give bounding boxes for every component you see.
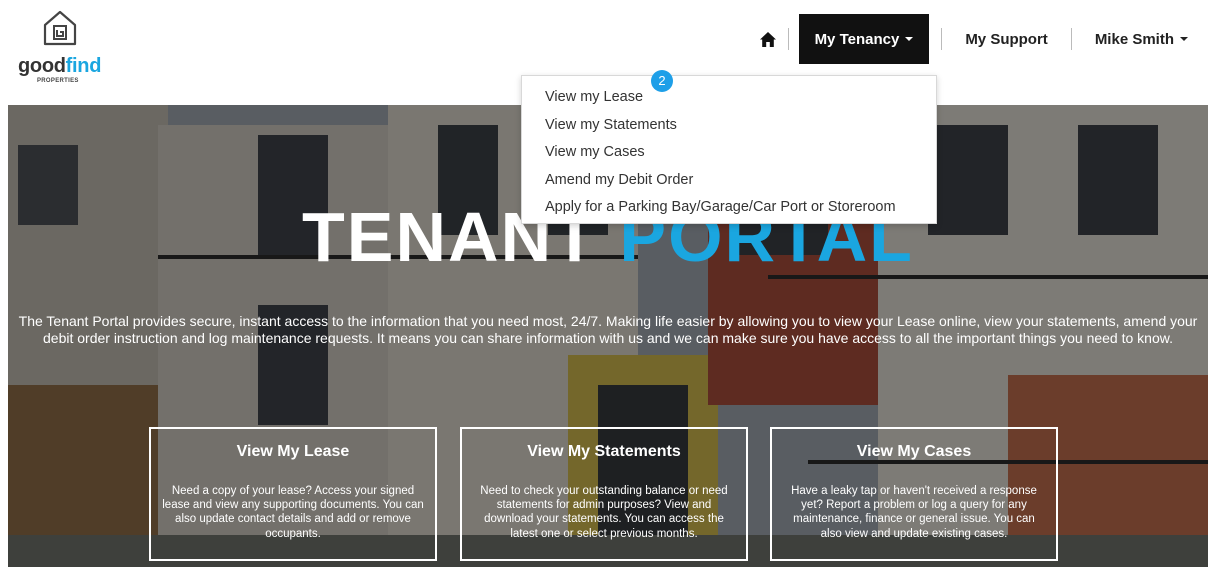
card-title: View My Cases xyxy=(856,443,972,460)
home-icon xyxy=(759,31,776,47)
main-nav: My Tenancy My Support Mike Smith xyxy=(754,14,1208,64)
hero-description: The Tenant Portal provides secure, insta… xyxy=(18,313,1198,346)
step-badge: 2 xyxy=(651,70,673,92)
nav-divider xyxy=(787,28,789,50)
card-view-lease[interactable]: View My Lease Need a copy of your lease?… xyxy=(149,427,437,561)
my-tenancy-menu[interactable]: My Tenancy xyxy=(798,14,930,64)
card-text: Have a leaky tap or haven't received a r… xyxy=(791,485,1037,540)
menu-item-view-lease[interactable]: View my Lease xyxy=(522,84,936,112)
menu-item-amend-debit-order[interactable]: Amend my Debit Order xyxy=(522,167,936,195)
brand-subtitle: PROPERTIES xyxy=(37,78,79,84)
caret-down-icon xyxy=(1180,37,1188,41)
brand-name: goodfind xyxy=(18,55,102,77)
brand-logo[interactable]: goodfind PROPERTIES xyxy=(18,9,118,89)
card-text: Need a copy of your lease? Access your s… xyxy=(162,485,424,540)
user-name-label: Mike Smith xyxy=(1094,30,1174,48)
my-support-label: My Support xyxy=(965,30,1048,48)
my-support-link[interactable]: My Support xyxy=(942,31,1071,48)
user-menu[interactable]: Mike Smith xyxy=(1072,31,1208,48)
house-logo-icon xyxy=(43,10,77,46)
card-text: Need to check your outstanding balance o… xyxy=(480,485,728,540)
card-title: View My Lease xyxy=(236,443,350,460)
card-view-statements[interactable]: View My Statements Need to check your ou… xyxy=(460,427,748,561)
menu-item-view-statements[interactable]: View my Statements xyxy=(522,112,936,140)
menu-item-view-cases[interactable]: View my Cases xyxy=(522,139,936,167)
card-view-cases[interactable]: View My Cases Have a leaky tap or haven'… xyxy=(770,427,1058,561)
card-title: View My Statements xyxy=(527,443,681,460)
my-tenancy-dropdown: 2 View my Lease View my Statements View … xyxy=(521,70,937,224)
caret-down-icon xyxy=(905,37,914,41)
menu-item-apply-parking[interactable]: Apply for a Parking Bay/Garage/Car Port … xyxy=(522,194,936,222)
my-tenancy-label: My Tenancy xyxy=(814,30,900,48)
home-button[interactable] xyxy=(754,14,782,64)
